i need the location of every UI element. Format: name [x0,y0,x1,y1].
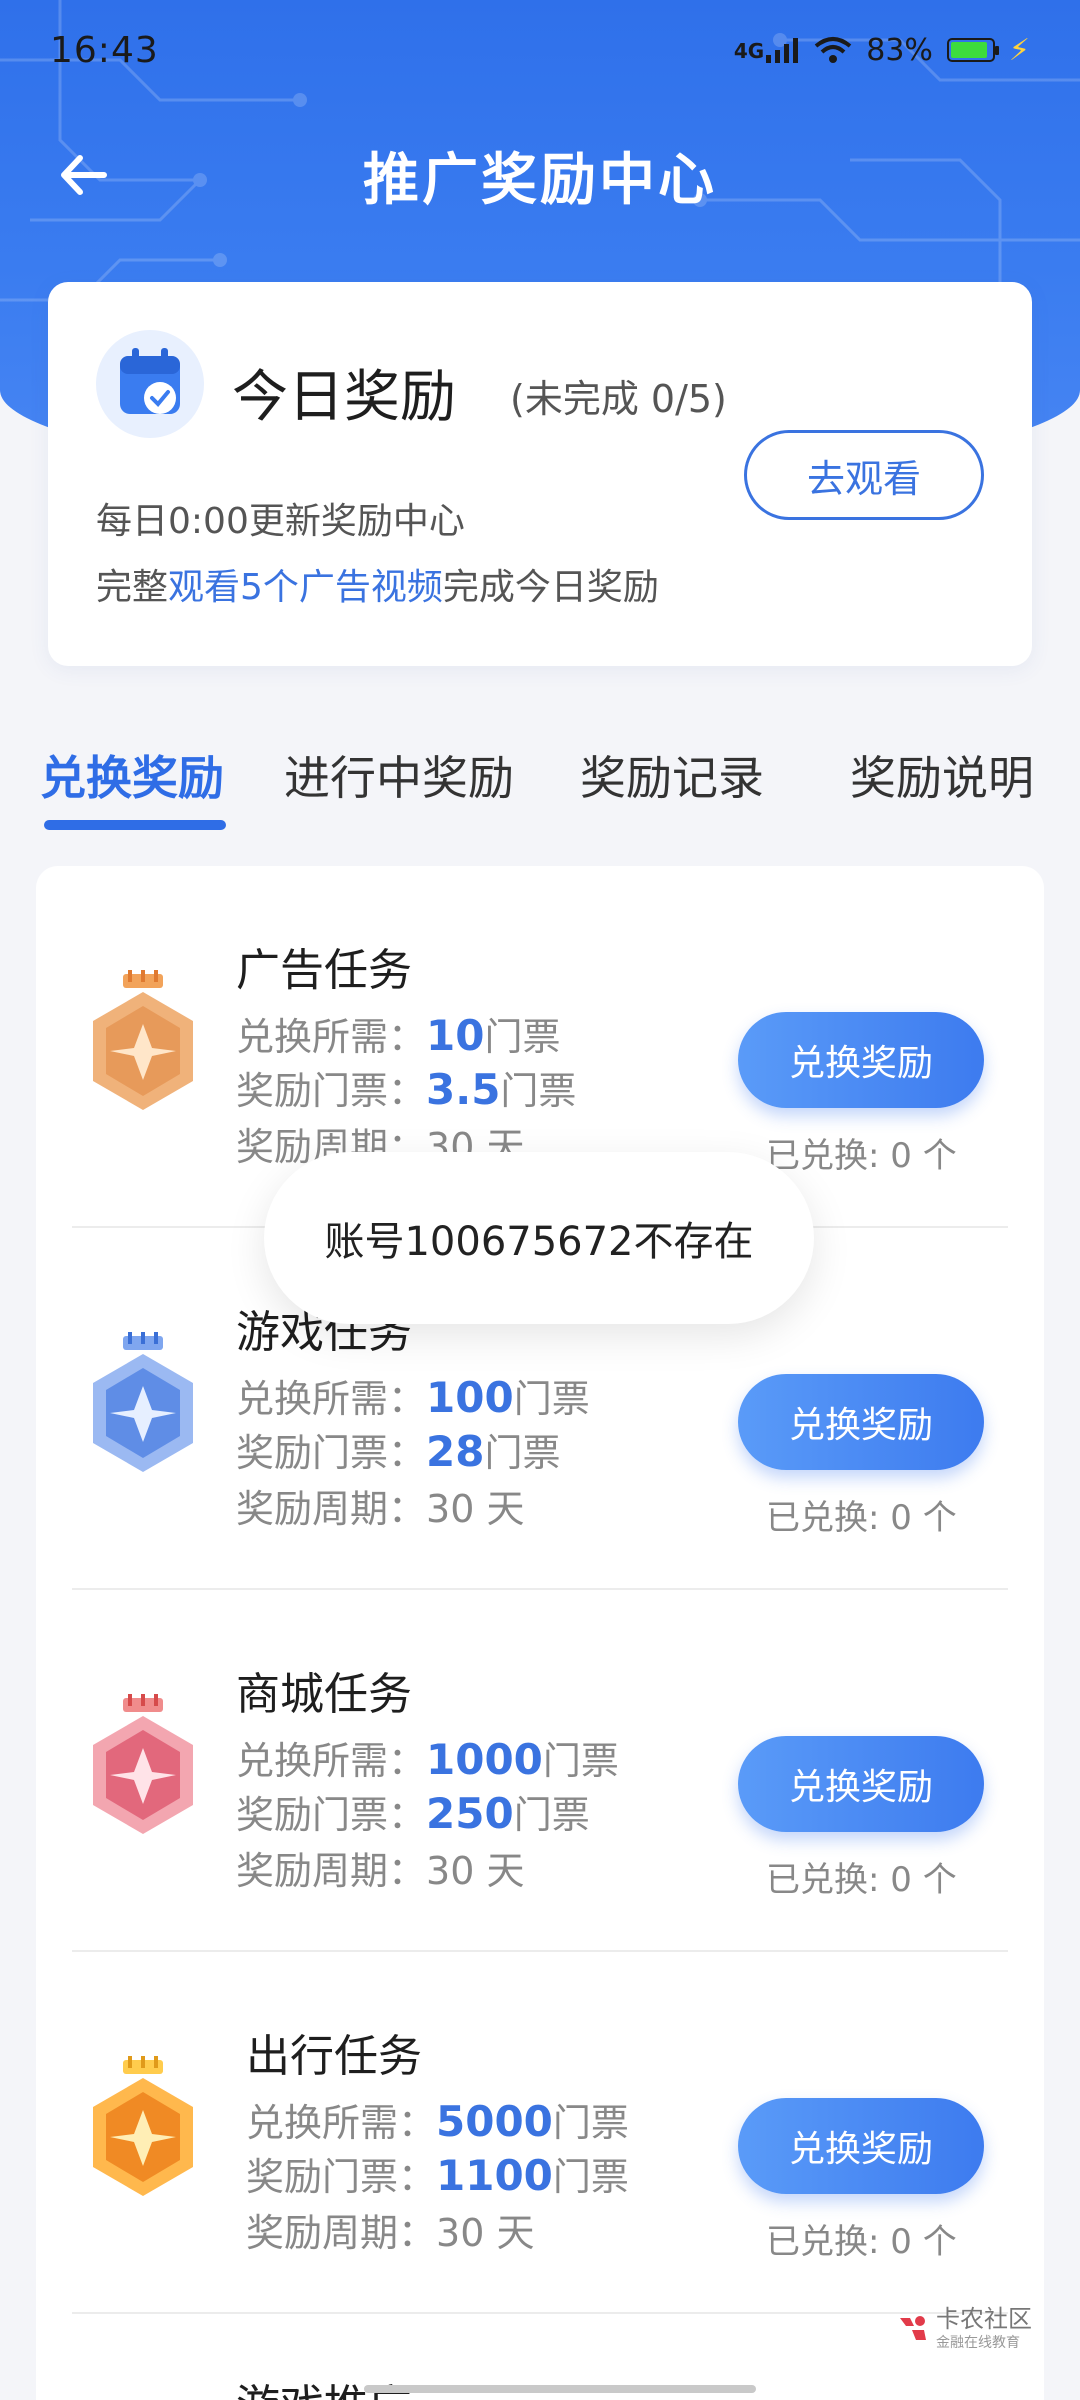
item-need-line: 兑换所需：5000门票 [246,2092,629,2147]
daily-instructions-prefix: 完整 [96,567,169,608]
title-bar: 推广奖励中心 [0,120,1080,230]
list-item: 出行任务 兑换所需：5000门票 奖励门票：1100门票 奖励周期：30 天 兑… [36,1952,1044,2314]
arrow-left-icon[interactable] [54,150,114,200]
item-reward-line: 奖励门票：1100门票 [246,2146,629,2201]
watermark: 卡农社区 金融在线教育 [896,2306,1032,2352]
day-unit: 天 [496,2211,535,2255]
ticket-unit: 门票 [552,2101,629,2145]
charging-icon: ⚡ [1008,32,1030,68]
tab-records[interactable]: 奖励记录 [580,742,764,808]
redeemed-count: 已兑换: 0 个 [766,2222,957,2262]
item-need-line: 兑换所需：10门票 [236,1006,560,1061]
period-label: 奖励周期： [246,2211,437,2255]
reward-value: 3.5 [426,1065,501,1114]
page-title: 推广奖励中心 [363,147,717,213]
reward-label: 奖励门票： [236,1431,427,1475]
period-value: 30 [426,1849,475,1893]
home-indicator[interactable] [364,2385,756,2393]
daily-instructions-highlight: 观看5个广告视频 [168,567,443,608]
ticket-unit: 门票 [513,1377,590,1421]
redeemed-count: 已兑换: 0 个 [766,1136,957,1176]
need-label: 兑换所需： [236,1377,427,1421]
reward-value: 28 [426,1427,485,1476]
status-bar: 16:43 4G 83% ⚡ [0,0,1080,100]
bronze-medal-icon [93,970,193,1110]
battery-icon [946,38,999,62]
reward-value: 1100 [436,2151,553,2200]
item-reward-line: 奖励门票：28门票 [236,1422,560,1477]
need-label: 兑换所需： [246,2101,437,2145]
need-value: 5000 [436,2097,553,2146]
watermark-title: 卡农社区 [936,2305,1032,2333]
ticket-unit: 门票 [484,1431,561,1475]
item-period-line: 奖励周期：30 天 [236,1478,524,1533]
reward-value: 250 [426,1789,514,1838]
need-label: 兑换所需： [236,1739,427,1783]
status-time: 16:43 [50,29,159,71]
daily-refresh-note: 每日0:00更新奖励中心 [96,501,465,542]
item-need-line: 兑换所需：100门票 [236,1368,590,1423]
item-title: 商城任务 [236,1669,412,1720]
daily-instructions: 完整观看5个广告视频完成今日奖励 [96,558,659,610]
need-value: 100 [426,1373,514,1422]
redeem-button[interactable]: 兑换奖励 [738,1012,984,1108]
tab-bar: 兑换奖励 进行中奖励 奖励记录 奖励说明 [0,730,1080,840]
list-item: 商城任务 兑换所需：1000门票 奖励门票：250门票 奖励周期：30 天 兑换… [36,1590,1044,1952]
period-label: 奖励周期： [236,1487,427,1531]
divider [72,2312,1008,2314]
period-value: 30 [426,1487,475,1531]
go-watch-button[interactable]: 去观看 [744,430,984,520]
blue-medal-icon [93,1332,193,1472]
period-label: 奖励周期： [236,1849,427,1893]
redeemed-count: 已兑换: 0 个 [766,1860,957,1900]
period-value: 30 [436,2211,485,2255]
item-period-line: 奖励周期：30 天 [246,2202,534,2257]
redeemed-count: 已兑换: 0 个 [766,1498,957,1538]
reward-label: 奖励门票： [236,1069,427,1113]
ticket-unit: 门票 [484,1015,561,1059]
tab-indicator [44,820,226,830]
toast-message: 账号100675672不存在 [264,1152,814,1324]
tab-exchange[interactable]: 兑换奖励 [40,742,224,808]
ticket-unit: 门票 [552,2155,629,2199]
item-period-line: 奖励周期：30 天 [236,1840,524,1895]
daily-instructions-suffix: 完成今日奖励 [442,567,659,608]
network-label: 4G [733,39,765,63]
daily-progress: (未完成 0/5) [510,377,727,421]
ticket-unit: 门票 [500,1069,577,1113]
daily-reward-title: 今日奖励 [232,365,456,430]
item-reward-line: 奖励门票：3.5门票 [236,1060,576,1115]
ticket-unit: 门票 [542,1739,619,1783]
item-title: 出行任务 [246,2031,422,2082]
watermark-logo-icon [900,2316,926,2341]
reward-label: 奖励门票： [246,2155,437,2199]
redeem-button[interactable]: 兑换奖励 [738,1736,984,1832]
signal-icon: 4G [734,37,800,63]
reward-label: 奖励门票： [236,1793,427,1837]
redeem-button[interactable]: 兑换奖励 [738,1374,984,1470]
item-title: 广告任务 [236,945,412,996]
day-unit: 天 [486,1849,525,1893]
need-label: 兑换所需： [236,1015,427,1059]
day-unit: 天 [486,1487,525,1531]
reward-list: 广告任务 兑换所需：10门票 奖励门票：3.5门票 奖励周期：30 天 兑换奖励… [36,866,1044,2400]
red-medal-icon [93,1694,193,1834]
item-reward-line: 奖励门票：250门票 [236,1784,590,1839]
status-icons: 4G 83% ⚡ [734,33,1030,68]
wifi-icon [814,37,852,63]
battery-percent: 83% [866,32,933,68]
calendar-icon [96,330,204,438]
watermark-subtitle: 金融在线教育 [936,2335,1020,2352]
item-need-line: 兑换所需：1000门票 [236,1730,619,1785]
ticket-unit: 门票 [513,1793,590,1837]
need-value: 10 [426,1011,485,1060]
need-value: 1000 [426,1735,543,1784]
gold-medal-icon [93,2056,193,2196]
tab-in-progress[interactable]: 进行中奖励 [284,742,514,808]
tab-description[interactable]: 奖励说明 [850,742,1034,808]
daily-reward-card: 今日奖励 (未完成 0/5) 去观看 每日0:00更新奖励中心 完整观看5个广告… [48,282,1032,666]
redeem-button[interactable]: 兑换奖励 [738,2098,984,2194]
